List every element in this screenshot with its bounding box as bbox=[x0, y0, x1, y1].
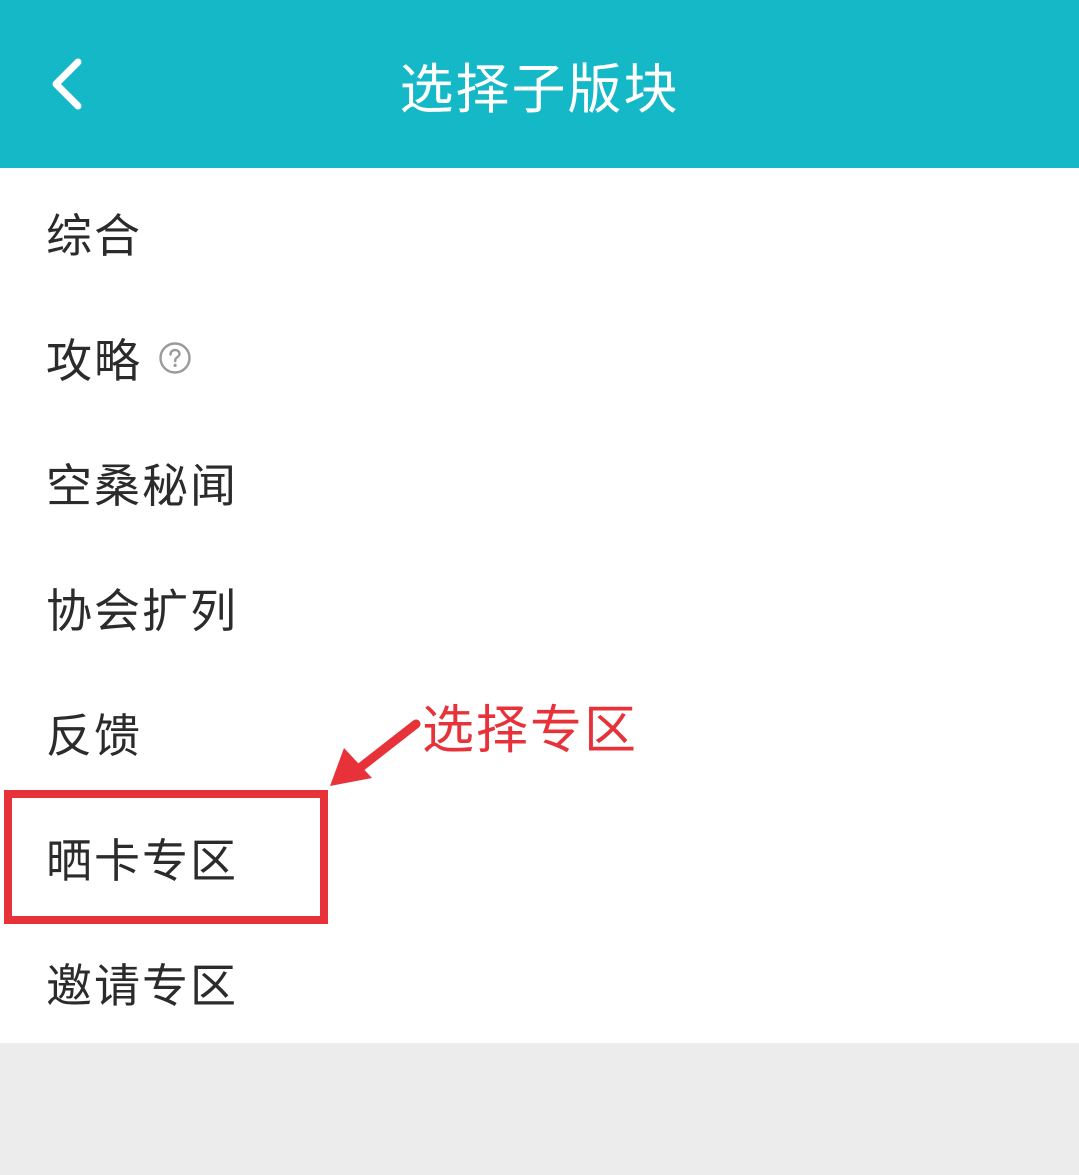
list-item-label: 反馈 bbox=[46, 708, 142, 763]
list-item-gonglue[interactable]: 攻略 bbox=[0, 295, 1079, 420]
list-item-yaoqing[interactable]: 邀请专区 bbox=[0, 920, 1079, 1045]
subforum-list: 综合 攻略 空桑秘闻 协会扩列 反馈 晒卡专区 邀请专区 bbox=[0, 168, 1079, 1043]
top-bar: 选择子版块 bbox=[0, 0, 1079, 168]
chevron-left-icon bbox=[52, 58, 82, 110]
list-item-label: 综合 bbox=[46, 208, 142, 263]
list-item-xiehui[interactable]: 协会扩列 bbox=[0, 545, 1079, 670]
list-item-shaika[interactable]: 晒卡专区 bbox=[0, 795, 1079, 920]
list-item-label: 空桑秘闻 bbox=[46, 458, 238, 513]
empty-background bbox=[0, 1043, 1079, 1175]
list-item-label: 协会扩列 bbox=[46, 583, 238, 638]
list-item-label: 晒卡专区 bbox=[46, 833, 238, 888]
annotation-label: 选择专区 bbox=[422, 701, 639, 761]
list-item-label: 邀请专区 bbox=[46, 958, 238, 1013]
list-item-kongsang[interactable]: 空桑秘闻 bbox=[0, 420, 1079, 545]
page-title: 选择子版块 bbox=[399, 57, 680, 121]
list-item-zonghe[interactable]: 综合 bbox=[0, 170, 1079, 295]
list-item-label: 攻略 bbox=[46, 333, 142, 388]
help-circle-icon[interactable] bbox=[158, 341, 192, 375]
back-button[interactable] bbox=[28, 40, 104, 128]
